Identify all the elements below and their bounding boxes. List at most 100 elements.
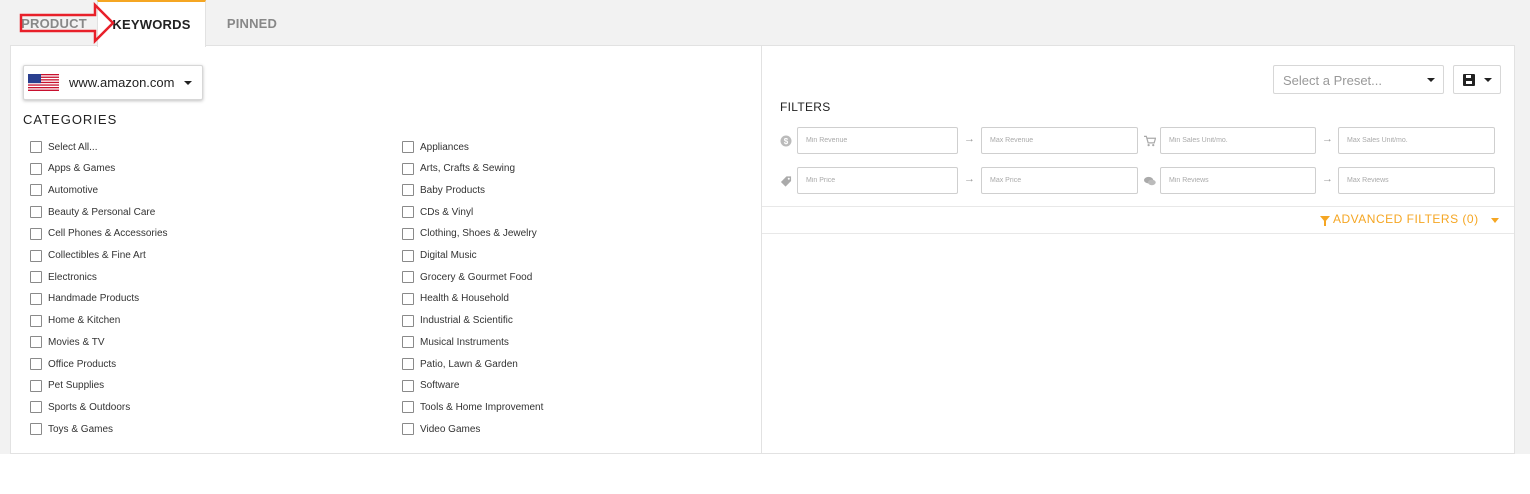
category-label: CDs & Vinyl (420, 206, 474, 218)
advanced-filters-label: ADVANCED FILTERS (0) (1333, 212, 1479, 226)
checkbox[interactable] (402, 401, 414, 414)
checkbox[interactable] (402, 271, 414, 284)
checkbox[interactable] (402, 292, 414, 305)
checkbox[interactable] (30, 379, 42, 392)
min-sales-input[interactable] (1160, 127, 1316, 154)
checkbox[interactable] (402, 379, 414, 392)
cart-icon (1144, 135, 1156, 147)
tab-keywords[interactable]: KEYWORDS (97, 0, 206, 47)
category-checkbox-item[interactable]: Apps & Games (30, 162, 115, 176)
floppy-disk-icon (1463, 74, 1475, 86)
tab-product[interactable]: PRODUCT (10, 0, 98, 46)
divider (762, 206, 1514, 207)
category-label: Apps & Games (48, 163, 116, 175)
category-label: Toys & Games (48, 423, 114, 435)
filters-panel: Select a Preset... FILTERS $ → → → → ADV… (762, 45, 1515, 454)
checkbox[interactable] (402, 358, 414, 370)
checkbox[interactable] (30, 314, 42, 327)
checkbox[interactable] (402, 184, 414, 197)
checkbox[interactable] (402, 423, 414, 436)
checkbox[interactable] (402, 162, 414, 175)
checkbox[interactable] (402, 314, 414, 327)
category-checkbox-item[interactable]: Baby Products (402, 183, 485, 197)
category-checkbox-item[interactable]: Pet Supplies (30, 379, 104, 393)
category-checkbox-item[interactable]: Movies & TV (30, 335, 105, 349)
svg-text:$: $ (784, 137, 789, 146)
category-label: Pet Supplies (48, 380, 105, 392)
checkbox[interactable] (30, 336, 42, 349)
category-label: Sports & Outdoors (48, 401, 131, 413)
marketplace-dropdown[interactable]: www.amazon.com (23, 65, 203, 100)
dollar-coin-icon: $ (780, 135, 792, 147)
max-sales-input[interactable] (1338, 127, 1495, 154)
max-reviews-input[interactable] (1338, 167, 1495, 194)
category-label: Baby Products (420, 184, 486, 196)
checkbox[interactable] (402, 227, 414, 240)
category-checkbox-item[interactable]: Collectibles & Fine Art (30, 249, 146, 263)
advanced-filters-toggle[interactable]: ADVANCED FILTERS (0) (1320, 212, 1479, 226)
category-checkbox-item[interactable]: Sports & Outdoors (30, 400, 130, 414)
category-label: Grocery & Gourmet Food (420, 271, 533, 283)
checkbox[interactable] (402, 206, 414, 219)
category-checkbox-item[interactable]: Video Games (402, 422, 480, 436)
min-reviews-input[interactable] (1160, 167, 1316, 194)
category-checkbox-item[interactable]: Patio, Lawn & Garden (402, 357, 518, 371)
min-price-input[interactable] (797, 167, 958, 194)
category-label: Automotive (48, 184, 99, 196)
checkbox[interactable] (30, 423, 42, 436)
preset-select[interactable]: Select a Preset... (1273, 65, 1444, 94)
save-preset-button[interactable] (1453, 65, 1501, 94)
category-checkbox-item[interactable]: Handmade Products (30, 292, 139, 306)
category-checkbox-item[interactable]: Toys & Games (30, 422, 113, 436)
checkbox[interactable] (30, 249, 42, 262)
checkbox[interactable] (30, 206, 42, 219)
category-checkbox-item[interactable]: Industrial & Scientific (402, 314, 513, 328)
category-checkbox-item[interactable]: Office Products (30, 357, 116, 371)
category-checkbox-item[interactable]: Electronics (30, 270, 97, 284)
category-label: Clothing, Shoes & Jewelry (420, 228, 537, 240)
category-label: Beauty & Personal Care (48, 206, 156, 218)
category-checkbox-item[interactable]: Clothing, Shoes & Jewelry (402, 227, 537, 241)
category-checkbox-item[interactable]: CDs & Vinyl (402, 205, 473, 219)
divider (762, 233, 1514, 234)
checkbox[interactable] (402, 249, 414, 262)
arrow-right-icon: → (1322, 133, 1333, 145)
checkbox[interactable] (30, 227, 42, 240)
checkbox[interactable] (30, 141, 42, 153)
category-checkbox-item[interactable]: Beauty & Personal Care (30, 205, 155, 219)
category-checkbox-item[interactable]: Automotive (30, 183, 98, 197)
category-checkbox-item[interactable]: Arts, Crafts & Sewing (402, 162, 515, 176)
category-checkbox-item[interactable]: Digital Music (402, 249, 477, 263)
checkbox[interactable] (30, 401, 42, 414)
checkbox[interactable] (30, 162, 42, 175)
category-checkbox-item[interactable]: Grocery & Gourmet Food (402, 270, 532, 284)
checkbox[interactable] (402, 141, 414, 153)
max-price-input[interactable] (981, 167, 1138, 194)
category-label: Software (420, 380, 460, 392)
category-label: Electronics (48, 271, 97, 283)
comments-icon (1144, 175, 1156, 187)
max-revenue-input[interactable] (981, 127, 1138, 154)
checkbox[interactable] (30, 271, 42, 284)
min-revenue-input[interactable] (797, 127, 958, 154)
category-label: Tools & Home Improvement (420, 401, 544, 413)
chevron-down-icon (184, 81, 192, 85)
category-checkbox-item[interactable]: Health & Household (402, 292, 509, 306)
category-label: Health & Household (420, 293, 509, 305)
category-label: Handmade Products (48, 293, 140, 305)
category-checkbox-item[interactable]: Appliances (402, 140, 469, 154)
checkbox[interactable] (30, 292, 42, 305)
checkbox[interactable] (30, 358, 42, 370)
category-checkbox-item[interactable]: Cell Phones & Accessories (30, 227, 168, 241)
category-checkbox-item[interactable]: Musical Instruments (402, 335, 509, 349)
category-checkbox-item[interactable]: Select All... (30, 140, 97, 154)
category-checkbox-item[interactable]: Tools & Home Improvement (402, 400, 543, 414)
category-label: Home & Kitchen (48, 315, 121, 327)
category-label: Collectibles & Fine Art (48, 250, 146, 261)
category-checkbox-item[interactable]: Home & Kitchen (30, 314, 120, 328)
tab-pinned[interactable]: PINNED (206, 0, 298, 46)
checkbox[interactable] (402, 336, 414, 349)
chevron-down-icon[interactable] (1491, 218, 1499, 223)
category-checkbox-item[interactable]: Software (402, 379, 459, 393)
checkbox[interactable] (30, 184, 42, 197)
